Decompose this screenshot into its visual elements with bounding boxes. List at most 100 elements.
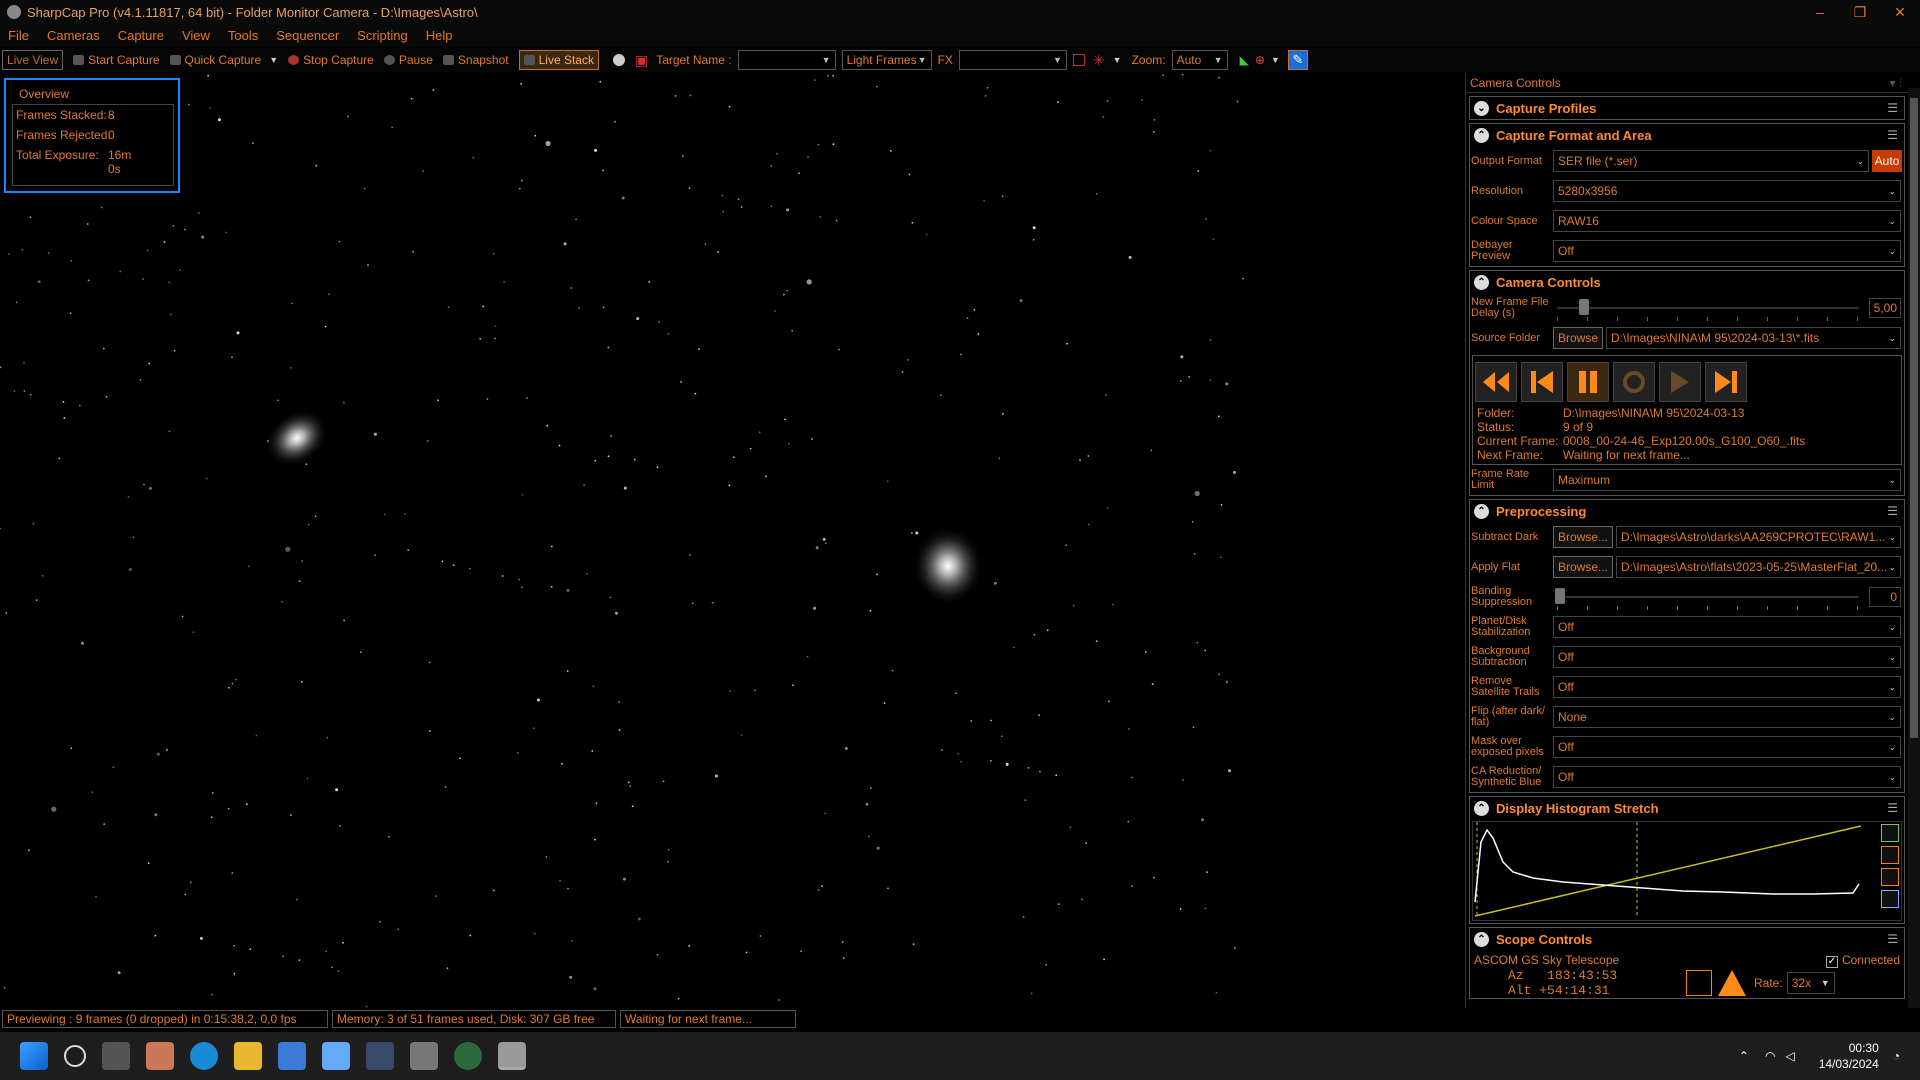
stop-capture-button[interactable]: Stop Capture <box>288 53 374 67</box>
live-view-button[interactable]: Live View <box>2 50 64 70</box>
rewind-button[interactable] <box>1475 362 1517 402</box>
panel-scrollbar[interactable] <box>1908 88 1920 1008</box>
chevron-up-icon[interactable]: ⌃ <box>1474 503 1489 519</box>
menu-scripting[interactable]: Scripting <box>357 28 408 43</box>
target-name-combo[interactable]: ▼ <box>737 50 836 70</box>
phd-guiding-icon[interactable] <box>410 1042 438 1070</box>
selection-area-icon[interactable] <box>1072 54 1085 66</box>
crosshair-icon[interactable]: ✳ <box>1093 52 1105 69</box>
snapshot-button[interactable]: Snapshot <box>442 53 509 67</box>
menu-sequencer[interactable]: Sequencer <box>276 28 339 43</box>
hamburger-icon[interactable]: ☰ <box>1887 101 1898 115</box>
rate-select[interactable]: 32x ▼ <box>1786 972 1835 994</box>
chat-app-icon[interactable] <box>146 1042 174 1070</box>
stellarium-icon[interactable] <box>454 1042 482 1070</box>
colour-space-select[interactable]: RAW16 ⌄ <box>1553 210 1901 232</box>
chevron-down-icon[interactable]: ⌄ <box>1474 100 1489 116</box>
monitor-app-icon[interactable] <box>322 1042 350 1070</box>
save-icon[interactable] <box>1881 890 1899 908</box>
play-button[interactable] <box>1659 362 1701 402</box>
preprocessing-header[interactable]: ⌃ Preprocessing ☰ <box>1470 500 1904 522</box>
planet-select[interactable]: Off ⌄ <box>1553 616 1901 638</box>
slider-thumb[interactable] <box>1555 588 1565 604</box>
fx-combo[interactable]: ▼ <box>958 50 1067 70</box>
scope-controls-header[interactable]: ⌃ Scope Controls ☰ <box>1470 928 1904 950</box>
source-folder-select[interactable]: D:\Images\NINA\M 95\2024-03-13\*.fits ⌄ <box>1606 327 1901 349</box>
chevron-up-icon[interactable]: ⌃ <box>1474 274 1489 290</box>
menu-file[interactable]: File <box>8 28 29 43</box>
debayer-select[interactable]: Off ⌄ <box>1553 240 1901 262</box>
capture-format-header[interactable]: ⌃ Capture Format and Area ☰ <box>1470 124 1904 146</box>
histogram-icon[interactable]: ◣ <box>1240 53 1249 67</box>
delay-slider[interactable] <box>1553 297 1863 321</box>
banding-value[interactable]: 0 <box>1869 587 1901 607</box>
sharpcap-taskbar-icon[interactable] <box>498 1042 526 1070</box>
edge-browser-icon[interactable] <box>190 1042 218 1070</box>
hamburger-icon[interactable]: ☰ <box>1887 801 1898 815</box>
menu-capture[interactable]: Capture <box>118 28 164 43</box>
live-stack-button[interactable]: Live Stack <box>518 50 599 70</box>
scrollbar-thumb[interactable] <box>1910 98 1918 738</box>
delay-value[interactable]: 5,00 <box>1869 298 1901 318</box>
ca-select[interactable]: Off ⌄ <box>1553 766 1901 788</box>
chevron-up-icon[interactable]: ⌃ <box>1474 931 1489 947</box>
pin-icon[interactable]: ▾ ⫶ <box>1890 73 1902 93</box>
chevron-up-icon[interactable]: ⌃ <box>1474 127 1489 143</box>
restore-button[interactable]: ❐ <box>1840 0 1880 24</box>
chevron-down-icon[interactable]: ▼ <box>1113 55 1122 65</box>
zoom-combo[interactable]: Auto ▼ <box>1171 50 1228 70</box>
hamburger-icon[interactable]: ☰ <box>1887 504 1898 518</box>
menu-cameras[interactable]: Cameras <box>47 28 100 43</box>
refresh-button[interactable] <box>1613 362 1655 402</box>
reset-icon[interactable] <box>1881 868 1899 886</box>
windows-start-icon[interactable] <box>20 1042 48 1070</box>
arrow-up-icon[interactable] <box>1718 970 1746 996</box>
menu-tools[interactable]: Tools <box>228 28 258 43</box>
chevron-down-icon[interactable]: ▼ <box>269 55 278 65</box>
image-viewport[interactable] <box>0 73 1245 1008</box>
hamburger-icon[interactable]: ☰ <box>1887 932 1898 946</box>
background-select[interactable]: Off ⌄ <box>1553 646 1901 668</box>
browse-dark-button[interactable]: Browse... <box>1553 526 1614 548</box>
capture-profiles-header[interactable]: ⌄ Capture Profiles ☰ <box>1470 97 1904 119</box>
start-capture-button[interactable]: Start Capture <box>73 53 160 67</box>
histogram-toggle-icon[interactable] <box>612 54 625 66</box>
chevron-down-icon[interactable]: ▼ <box>1271 55 1280 65</box>
wifi-icon[interactable]: ◠ <box>1765 1049 1775 1063</box>
pen-tool-icon[interactable]: ✎ <box>1287 50 1308 70</box>
quick-capture-button[interactable]: Quick Capture ▼ <box>169 53 278 67</box>
magnifier-icon[interactable]: ⊕ <box>1255 53 1265 67</box>
pause-button[interactable]: Pause <box>383 53 433 67</box>
browse-button[interactable]: Browse <box>1553 327 1604 349</box>
satellite-select[interactable]: Off ⌄ <box>1553 676 1901 698</box>
subtract-dark-select[interactable]: D:\Images\Astro\darks\AA269CPROTEC\RAW1.… <box>1616 526 1901 548</box>
telescope-app-icon[interactable] <box>366 1042 394 1070</box>
histogram-graph[interactable] <box>1472 821 1902 921</box>
auto-button[interactable]: Auto <box>1872 150 1902 172</box>
slider-thumb[interactable] <box>1579 299 1589 315</box>
clock[interactable]: 00:30 14/03/2024 <box>1819 1040 1879 1072</box>
output-format-select[interactable]: SER file (*.ser) ⌄ <box>1553 150 1869 172</box>
task-view-icon[interactable] <box>102 1042 130 1070</box>
power-icon[interactable] <box>1881 824 1899 842</box>
chevron-up-icon[interactable]: ⌃ <box>1474 800 1489 816</box>
banding-slider[interactable] <box>1553 586 1863 610</box>
hamburger-icon[interactable]: ☰ <box>1887 128 1898 142</box>
flip-select[interactable]: None ⌄ <box>1553 706 1901 728</box>
histogram-header[interactable]: ⌃ Display Histogram Stretch ☰ <box>1470 797 1904 819</box>
store-icon[interactable] <box>278 1042 306 1070</box>
search-icon[interactable] <box>64 1045 86 1067</box>
frame-type-combo[interactable]: Light Frames ▼ <box>841 50 932 70</box>
mask-select[interactable]: Off ⌄ <box>1553 736 1901 758</box>
reticle-icon[interactable]: ▣ <box>635 52 648 69</box>
file-explorer-icon[interactable] <box>234 1042 262 1070</box>
lightning-icon[interactable] <box>1881 846 1899 864</box>
camera-controls-header[interactable]: ⌃ Camera Controls <box>1470 271 1904 293</box>
speaker-icon[interactable]: ◁ <box>1785 1049 1794 1063</box>
pause-playback-button[interactable] <box>1567 362 1609 402</box>
menu-help[interactable]: Help <box>426 28 453 43</box>
frame-rate-select[interactable]: Maximum ⌄ <box>1553 469 1901 491</box>
connected-checkbox[interactable]: ✓ Connected <box>1825 953 1900 968</box>
close-button[interactable]: ✕ <box>1880 0 1920 24</box>
first-frame-button[interactable] <box>1521 362 1563 402</box>
